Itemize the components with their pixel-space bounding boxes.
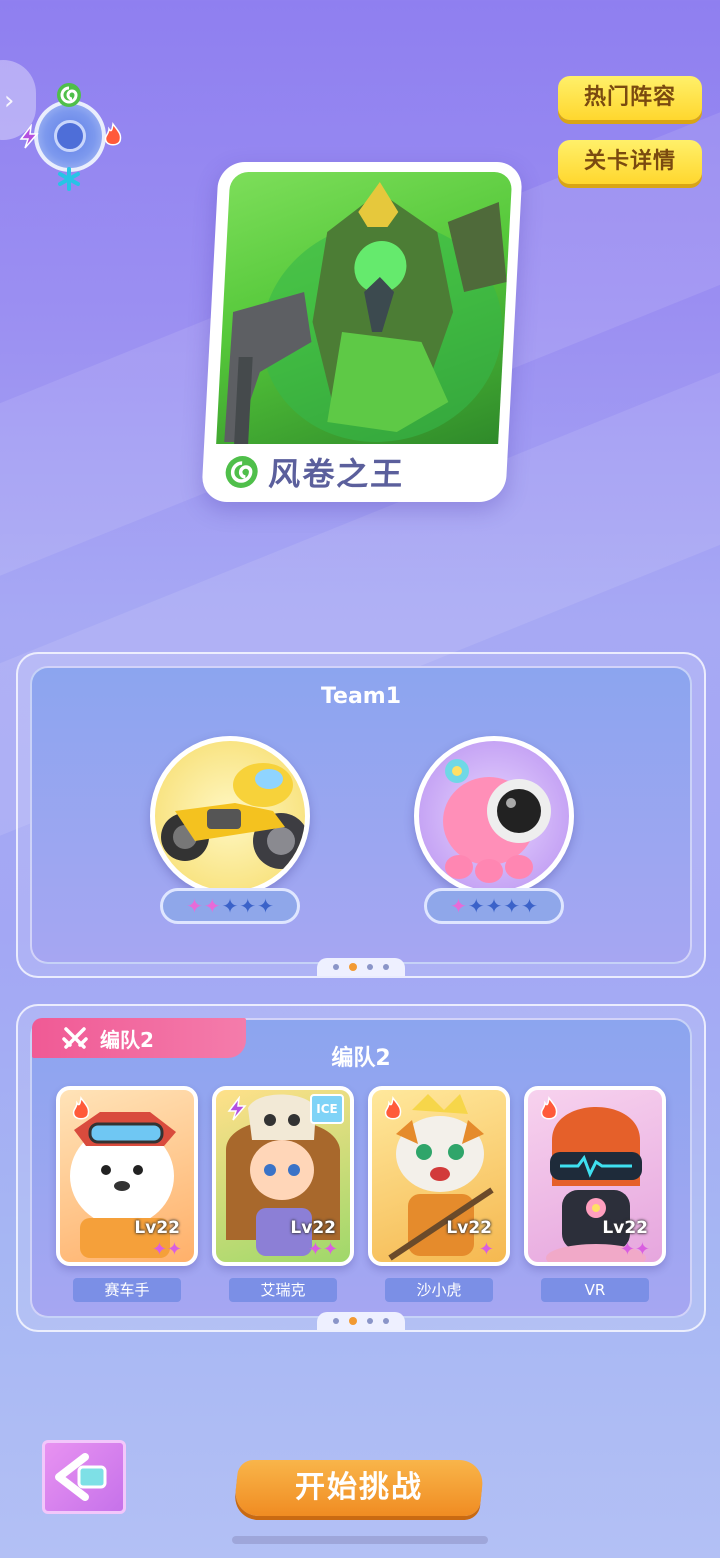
star-empty-icon: ✦	[503, 894, 521, 918]
hero-level: Lv22	[446, 1218, 492, 1238]
pager-dot[interactable]	[383, 1318, 389, 1324]
chevron-right-icon: ›	[4, 86, 15, 116]
star-empty-icon: ✦	[485, 894, 503, 918]
pet-star-rating: ✦ ✦ ✦ ✦ ✦	[160, 888, 300, 924]
hero-name: 艾瑞克	[229, 1278, 337, 1302]
star-empty-icon: ✦	[221, 894, 239, 918]
element-wheel[interactable]	[19, 83, 122, 191]
pager-dot[interactable]	[367, 964, 373, 970]
ice-badge: ICE	[310, 1094, 344, 1124]
star-empty-icon: ✦	[467, 894, 485, 918]
hero-name: 沙小虎	[385, 1278, 493, 1302]
hero-card-racer[interactable]: Lv22 ✦✦	[56, 1086, 198, 1266]
pager-dot[interactable]	[383, 964, 389, 970]
ice-icon	[58, 167, 80, 191]
team-panel: Team1 ✦ ✦ ✦ ✦ ✦ ✦ ✦ ✦ ✦ ✦	[16, 652, 706, 978]
formation-tab-label: 编队2	[100, 1027, 154, 1052]
fire-icon	[72, 1096, 90, 1120]
pager-dot[interactable]	[367, 1318, 373, 1324]
popular-lineup-button[interactable]: 热门阵容	[558, 76, 702, 120]
fire-icon	[104, 122, 122, 146]
star-filled-icon: ✦	[203, 894, 221, 918]
back-button[interactable]	[42, 1440, 126, 1514]
boss-name: 风卷之王	[267, 455, 406, 493]
crossed-swords-icon	[62, 1027, 88, 1049]
hero-card-vr[interactable]: Lv22 ✦✦	[524, 1086, 666, 1266]
fire-icon	[540, 1096, 558, 1120]
stage-details-button[interactable]: 关卡详情	[558, 140, 702, 184]
pager-dot[interactable]	[333, 1318, 339, 1324]
lightning-icon	[19, 124, 39, 149]
hero-name: VR	[541, 1278, 649, 1302]
home-indicator[interactable]	[232, 1536, 488, 1544]
start-challenge-button[interactable]: 开始挑战	[233, 1460, 485, 1516]
pager-dot[interactable]	[333, 964, 339, 970]
wind-icon	[225, 456, 258, 488]
element-wheel-core	[54, 120, 86, 152]
boss-card[interactable]: 风卷之王	[201, 162, 523, 502]
star-empty-icon: ✦	[257, 894, 274, 918]
wind-icon	[57, 83, 81, 107]
pager-dot-active[interactable]	[349, 963, 357, 971]
hero-level: Lv22	[134, 1218, 180, 1238]
hero-level: Lv22	[602, 1218, 648, 1238]
formation-panel: 编队2 Lv22 ✦✦ 赛车手 ICE Lv22 ✦✦ 艾瑞克 Lv22 ✦ 沙…	[16, 1004, 706, 1332]
star-filled-icon: ✦	[450, 894, 467, 918]
boss-portrait	[216, 172, 513, 444]
team-pager[interactable]	[317, 958, 405, 976]
hero-stars: ✦✦	[307, 1239, 338, 1260]
boss-name-row: 风卷之王	[223, 444, 406, 500]
lightning-icon	[227, 1096, 247, 1121]
hero-name: 赛车手	[73, 1278, 181, 1302]
formation-tab[interactable]: 编队2	[32, 1018, 246, 1058]
start-challenge-label: 开始挑战	[295, 1470, 423, 1505]
hero-card-eric[interactable]: ICE Lv22 ✦✦	[212, 1086, 354, 1266]
star-empty-icon: ✦	[521, 894, 538, 918]
fire-icon	[384, 1096, 402, 1120]
team-pet-octopus[interactable]	[414, 736, 574, 896]
team-panel-inner: Team1 ✦ ✦ ✦ ✦ ✦ ✦ ✦ ✦ ✦ ✦	[30, 666, 692, 964]
team-pet-motorbike[interactable]	[150, 736, 310, 896]
hero-stars: ✦✦	[619, 1239, 650, 1260]
star-empty-icon: ✦	[239, 894, 257, 918]
star-filled-icon: ✦	[186, 894, 203, 918]
hero-stars: ✦✦	[151, 1239, 182, 1260]
arrow-left-icon	[55, 1453, 107, 1501]
formation-pager[interactable]	[317, 1312, 405, 1330]
team-panel-title: Team1	[320, 684, 402, 709]
pet-star-rating: ✦ ✦ ✦ ✦ ✦	[424, 888, 564, 924]
hero-card-sand-tiger[interactable]: Lv22 ✦	[368, 1086, 510, 1266]
pager-dot-active[interactable]	[349, 1317, 357, 1325]
formation-panel-inner: 编队2 Lv22 ✦✦ 赛车手 ICE Lv22 ✦✦ 艾瑞克 Lv22 ✦ 沙…	[30, 1018, 692, 1318]
hero-stars: ✦	[478, 1239, 494, 1260]
hero-level: Lv22	[290, 1218, 336, 1238]
